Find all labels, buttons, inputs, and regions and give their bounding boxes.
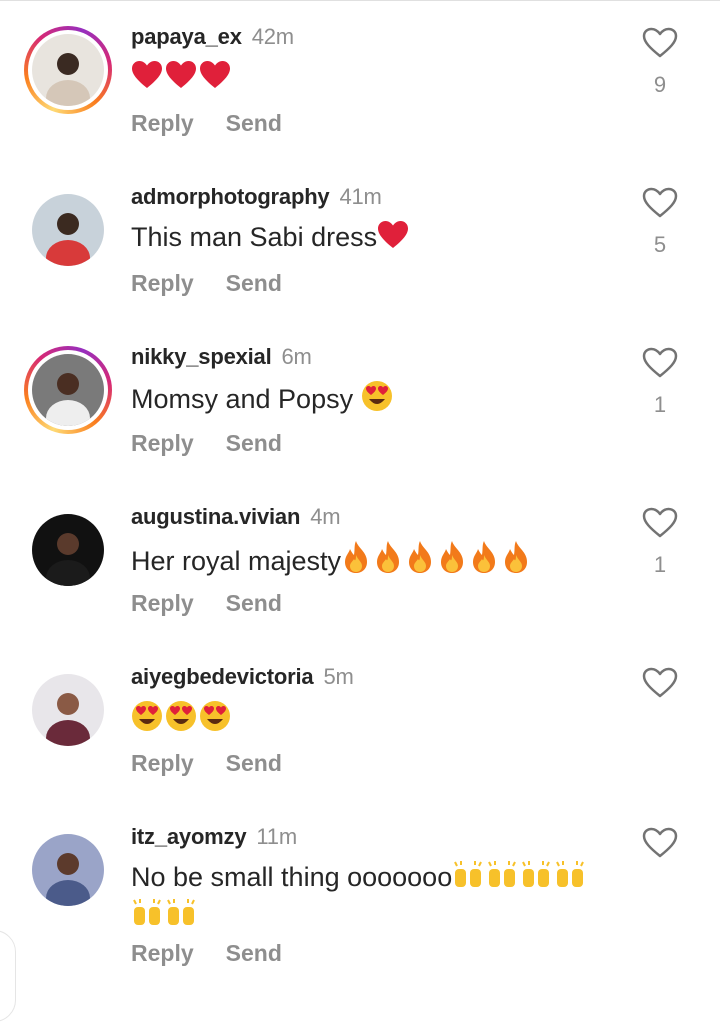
- reply-button[interactable]: Reply: [131, 940, 194, 966]
- comment-body: No be small thing ooooooo: [131, 862, 453, 892]
- like-heart-icon[interactable]: [642, 667, 678, 699]
- comment-timestamp: 41m: [339, 184, 382, 209]
- username-text[interactable]: nikky_spexial: [131, 344, 272, 369]
- heart-eyes-emoji-icon: [131, 700, 163, 740]
- like-heart-icon[interactable]: [642, 347, 678, 379]
- fire-emoji-icon: [437, 540, 467, 582]
- comment-body: This man Sabi dress: [131, 222, 378, 252]
- comment-actions: Reply Send: [131, 590, 314, 617]
- fire-emoji-icon: [469, 540, 499, 582]
- avatar[interactable]: [32, 834, 104, 906]
- comment-text: [131, 700, 621, 740]
- reply-button[interactable]: Reply: [131, 590, 194, 616]
- comment-username[interactable]: augustina.vivian 4m: [131, 504, 341, 530]
- avatar-story-ring[interactable]: [24, 26, 112, 114]
- fire-emoji-icon: [405, 540, 435, 582]
- send-button[interactable]: Send: [226, 940, 282, 966]
- avatar[interactable]: [32, 354, 104, 426]
- comment-actions: Reply Send: [131, 940, 314, 967]
- comment-timestamp: 5m: [323, 664, 354, 689]
- send-button[interactable]: Send: [226, 270, 282, 296]
- username-text[interactable]: admorphotography: [131, 184, 330, 209]
- like-heart-icon[interactable]: [642, 27, 678, 59]
- side-handle[interactable]: [0, 930, 16, 1022]
- fire-emoji-icon: [341, 540, 371, 582]
- comment-text: [131, 60, 621, 98]
- comment-actions: Reply Send: [131, 270, 314, 297]
- send-button[interactable]: Send: [226, 110, 282, 136]
- raising-hands-emoji-icon: [486, 860, 518, 898]
- like-heart-icon[interactable]: [642, 507, 678, 539]
- comment-actions: Reply Send: [131, 750, 314, 777]
- avatar-ring-gap: [28, 350, 108, 430]
- comment-timestamp: 4m: [310, 504, 341, 529]
- comment-text: Her royal majesty: [131, 540, 621, 582]
- avatar[interactable]: [32, 674, 104, 746]
- username-text[interactable]: itz_ayomzy: [131, 824, 247, 849]
- avatar-story-ring[interactable]: [24, 346, 112, 434]
- heart-emoji-icon: [199, 60, 231, 98]
- heart-eyes-emoji-icon: [199, 700, 231, 740]
- raising-hands-emoji-icon: [452, 860, 484, 898]
- comment-username[interactable]: itz_ayomzy 11m: [131, 824, 297, 850]
- reply-button[interactable]: Reply: [131, 270, 194, 296]
- comment-timestamp: 42m: [251, 24, 294, 49]
- raising-hands-emoji-icon: [131, 898, 163, 936]
- comment-username[interactable]: aiyegbedevictoria 5m: [131, 664, 354, 690]
- comment-item: itz_ayomzy 11m No be small thing ooooooo Re…: [0, 800, 720, 966]
- avatar-container[interactable]: [24, 826, 112, 914]
- comment-username[interactable]: admorphotography 41m: [131, 184, 382, 210]
- send-button[interactable]: Send: [226, 750, 282, 776]
- avatar-container[interactable]: [24, 666, 112, 754]
- heart-eyes-emoji-icon: [165, 700, 197, 740]
- reply-button[interactable]: Reply: [131, 110, 194, 136]
- heart-emoji-icon: [131, 60, 163, 98]
- username-text[interactable]: augustina.vivian: [131, 504, 300, 529]
- comment-item: augustina.vivian 4m Her royal majesty Reply…: [0, 480, 720, 630]
- comment-username[interactable]: papaya_ex 42m: [131, 24, 294, 50]
- reply-button[interactable]: Reply: [131, 750, 194, 776]
- avatar-ring-gap: [28, 30, 108, 110]
- avatar-container[interactable]: [24, 186, 112, 274]
- like-count: 1: [653, 392, 667, 417]
- reply-button[interactable]: Reply: [131, 430, 194, 456]
- like-count: 1: [653, 552, 667, 577]
- fire-emoji-icon: [501, 540, 531, 582]
- comment-item: aiyegbedevictoria 5m Reply Send: [0, 640, 720, 790]
- comment-item: papaya_ex 42m Reply Send 9: [0, 0, 720, 150]
- fire-emoji-icon: [373, 540, 403, 582]
- heart-emoji-icon: [377, 220, 409, 258]
- heart-emoji-icon: [165, 60, 197, 98]
- raising-hands-emoji-icon: [554, 860, 586, 898]
- comment-text: Momsy and Popsy: [131, 380, 621, 420]
- raising-hands-emoji-icon: [520, 860, 552, 898]
- comment-text: This man Sabi dress: [131, 220, 621, 258]
- username-text[interactable]: aiyegbedevictoria: [131, 664, 314, 689]
- heart-eyes-emoji-icon: [361, 380, 393, 420]
- like-count: 5: [653, 232, 667, 257]
- comment-body: Momsy and Popsy: [131, 384, 361, 414]
- comment-item: admorphotography 41m This man Sabi dress Re…: [0, 160, 720, 310]
- avatar[interactable]: [32, 194, 104, 266]
- send-button[interactable]: Send: [226, 590, 282, 616]
- avatar[interactable]: [32, 34, 104, 106]
- comment-body: Her royal majesty: [131, 546, 342, 576]
- raising-hands-emoji-icon: [165, 898, 197, 936]
- like-count: 9: [653, 72, 667, 97]
- avatar[interactable]: [32, 514, 104, 586]
- comment-item: nikky_spexial 6m Momsy and Popsy Reply Send…: [0, 320, 720, 470]
- comment-username[interactable]: nikky_spexial 6m: [131, 344, 312, 370]
- comment-timestamp: 11m: [256, 824, 297, 849]
- like-heart-icon[interactable]: [642, 187, 678, 219]
- comment-actions: Reply Send: [131, 110, 314, 137]
- comment-actions: Reply Send: [131, 430, 314, 457]
- like-heart-icon[interactable]: [642, 827, 678, 859]
- username-text[interactable]: papaya_ex: [131, 24, 242, 49]
- avatar-container[interactable]: [24, 506, 112, 594]
- comment-text: No be small thing ooooooo: [131, 860, 621, 936]
- send-button[interactable]: Send: [226, 430, 282, 456]
- comment-timestamp: 6m: [281, 344, 312, 369]
